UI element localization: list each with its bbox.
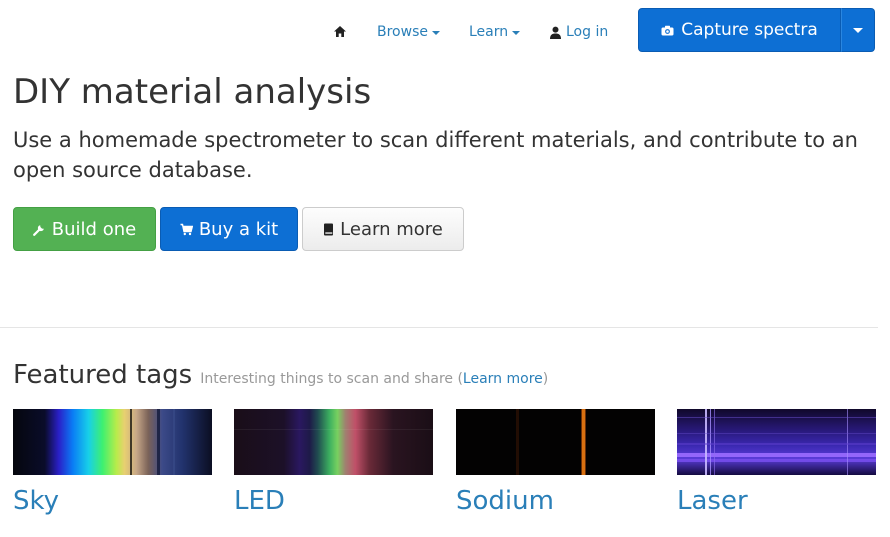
tag-label-sodium[interactable]: Sodium (456, 486, 655, 516)
login-label: Log in (566, 24, 609, 40)
tag-card-laser[interactable]: Laser (677, 409, 876, 516)
sky-spectrum-image[interactable] (13, 409, 212, 475)
sodium-spectrum-image[interactable] (456, 409, 655, 475)
page-title: DIY material analysis (13, 72, 372, 112)
featured-subtitle-text: Interesting things to scan and share ( (200, 371, 463, 387)
build-one-label: Build one (51, 218, 137, 240)
tag-label-laser[interactable]: Laser (677, 486, 876, 516)
capture-button-group: Capture spectra (638, 8, 875, 52)
wrench-icon (32, 224, 44, 236)
capture-spectra-button[interactable]: Capture spectra (638, 8, 841, 52)
featured-learn-more-link[interactable]: Learn more (463, 371, 543, 387)
camera-icon (661, 25, 674, 35)
cart-icon (180, 223, 193, 235)
top-navbar: Browse Learn Log in Capture spectra (0, 0, 890, 60)
featured-subtitle: Interesting things to scan and share (Le… (200, 371, 548, 387)
page-subtitle: Use a homemade spectrometer to scan diff… (13, 128, 858, 182)
laser-spectrum-image[interactable] (677, 409, 876, 475)
buy-kit-label: Buy a kit (198, 218, 279, 240)
tag-card-led[interactable]: LED (234, 409, 433, 516)
user-icon (550, 26, 561, 39)
learn-more-label: Learn more (340, 218, 443, 240)
chevron-down-icon (431, 31, 440, 35)
section-divider (0, 327, 878, 328)
buy-kit-button[interactable]: Buy a kit (160, 207, 298, 251)
login-link[interactable]: Log in (549, 24, 608, 40)
featured-header: Featured tags Interesting things to scan… (13, 360, 548, 390)
chevron-down-icon (512, 31, 521, 35)
capture-spectra-label: Capture spectra (681, 20, 818, 40)
learn-more-button[interactable]: Learn more (302, 207, 464, 251)
learn-label: Learn (469, 24, 509, 40)
build-one-button[interactable]: Build one (13, 207, 156, 251)
tag-label-led[interactable]: LED (234, 486, 433, 516)
tag-label-sky[interactable]: Sky (13, 486, 212, 516)
chevron-down-icon (853, 27, 863, 33)
home-link[interactable] (333, 25, 347, 38)
tag-card-sky[interactable]: Sky (13, 409, 212, 516)
featured-title: Featured tags (13, 360, 193, 390)
featured-subtitle-close: ) (542, 371, 549, 387)
book-icon (324, 223, 334, 235)
browse-dropdown[interactable]: Browse (377, 24, 440, 40)
learn-dropdown[interactable]: Learn (469, 24, 521, 40)
browse-label: Browse (377, 24, 428, 40)
led-spectrum-image[interactable] (234, 409, 433, 475)
home-icon (334, 26, 346, 37)
capture-dropdown-toggle[interactable] (841, 8, 875, 52)
tag-card-sodium[interactable]: Sodium (456, 409, 655, 516)
